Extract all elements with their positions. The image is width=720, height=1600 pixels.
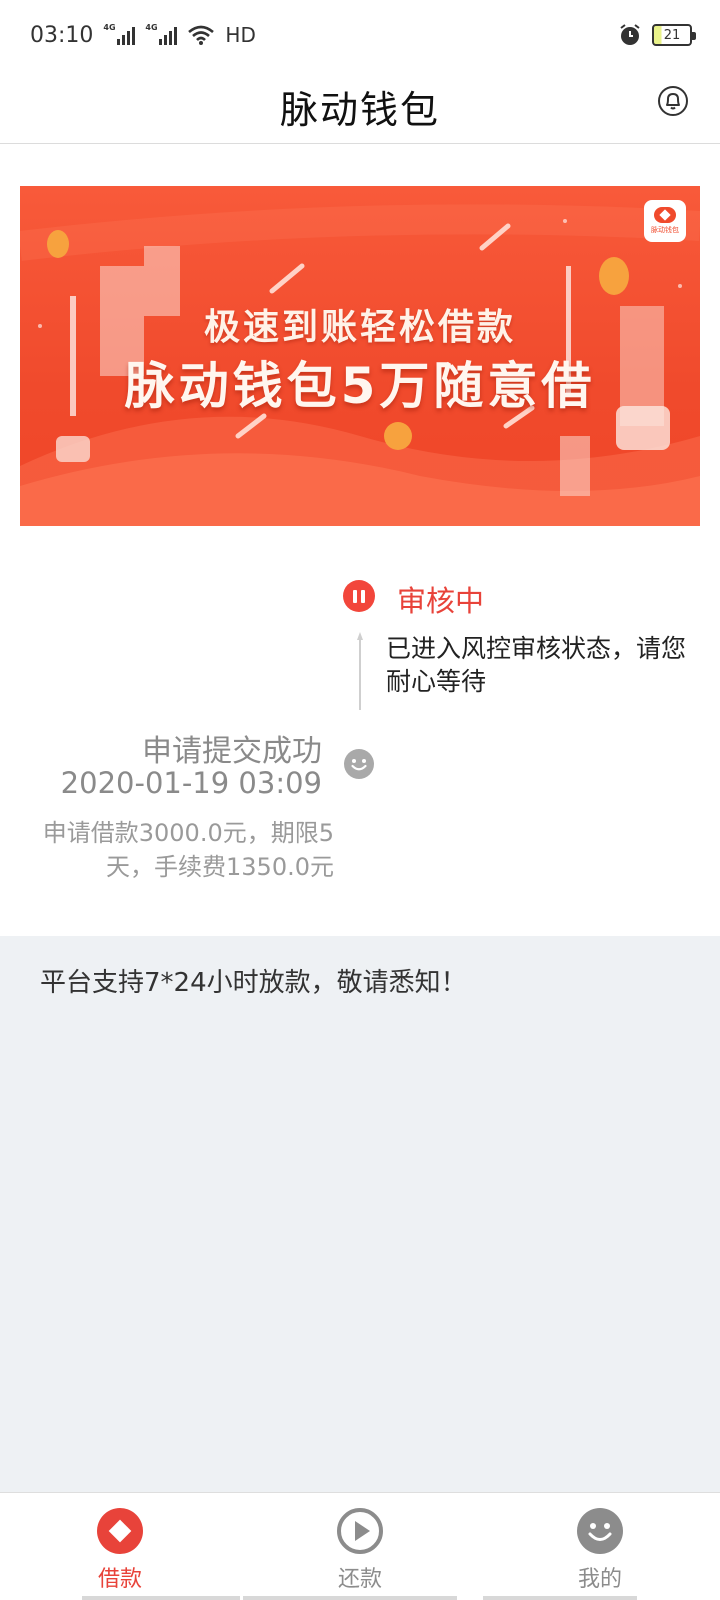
notice-text: 平台支持7*24小时放款，敬请悉知！ <box>40 968 467 998</box>
battery-level: 21 <box>663 27 681 43</box>
smile-icon <box>344 749 374 779</box>
play-icon <box>337 1508 383 1554</box>
status-description: 已进入风控审核状态，请您耐心等待 <box>386 634 687 696</box>
nav-label-mine: 我的 <box>577 1567 622 1592</box>
nav-indicator <box>483 1596 637 1600</box>
nav-item-mine[interactable]: 我的 <box>480 1493 720 1600</box>
app-header: 脉动钱包 <box>0 70 720 144</box>
app-screen: 03:10 4G 4G HD 21 脉动钱包 极速到账轻松借款 脉动钱包5万随意… <box>0 0 720 1600</box>
battery-icon: 21 <box>652 24 696 46</box>
alarm-clock-icon <box>620 24 640 45</box>
nav-label-repay: 还款 <box>337 1567 382 1592</box>
nav-indicator <box>82 1596 240 1600</box>
status-time: 03:10 <box>30 22 94 48</box>
loan-icon <box>97 1508 143 1554</box>
wifi-icon <box>188 25 215 45</box>
signal-icon-2: 4G <box>145 23 178 45</box>
status-left: 03:10 4G 4G HD <box>30 23 256 48</box>
current-status: 审核中 <box>397 584 485 618</box>
app-logo: 脉动钱包 <box>644 200 686 242</box>
banner-subheadline: 脉动钱包5万随意借 <box>124 357 596 415</box>
network-type-1: 4G <box>103 23 116 32</box>
signal-icon: 4G <box>103 23 136 45</box>
status-bar: 03:10 4G 4G HD 21 <box>0 0 720 70</box>
logo-text: 脉动钱包 <box>651 226 679 234</box>
hd-indicator: HD <box>225 23 256 47</box>
notice-area: 平台支持7*24小时放款，敬请悉知！ <box>0 936 720 1492</box>
network-type-2: 4G <box>145 23 158 32</box>
nav-item-loan[interactable]: 借款 <box>0 1493 240 1600</box>
submitted-label: 申请提交成功 <box>142 734 322 769</box>
smile-face-icon <box>577 1508 623 1554</box>
banner-headline: 极速到账轻松借款 <box>203 307 516 348</box>
nav-item-repay[interactable]: 还款 <box>240 1493 480 1600</box>
loan-status-timeline: 审核中 已进入风控审核状态，请您耐心等待 申请提交成功 2020-01-19 0… <box>0 560 720 936</box>
pause-icon <box>343 580 375 612</box>
arrow-up-icon <box>357 632 363 710</box>
logo-mark-icon <box>654 207 676 223</box>
status-right: 21 <box>618 23 696 47</box>
nav-indicator <box>243 1596 457 1600</box>
submitted-time: 2020-01-19 03:09 <box>60 766 322 800</box>
page-title: 脉动钱包 <box>279 88 440 132</box>
nav-label-loan: 借款 <box>97 1567 142 1592</box>
promo-banner[interactable]: 极速到账轻松借款 脉动钱包5万随意借 脉动钱包 <box>20 186 700 526</box>
bottom-nav: 借款 还款 我的 <box>0 1492 720 1600</box>
loan-detail: 申请借款3000.0元，期限5天，手续费1350.0元 <box>42 819 334 881</box>
bell-icon[interactable] <box>656 84 690 118</box>
